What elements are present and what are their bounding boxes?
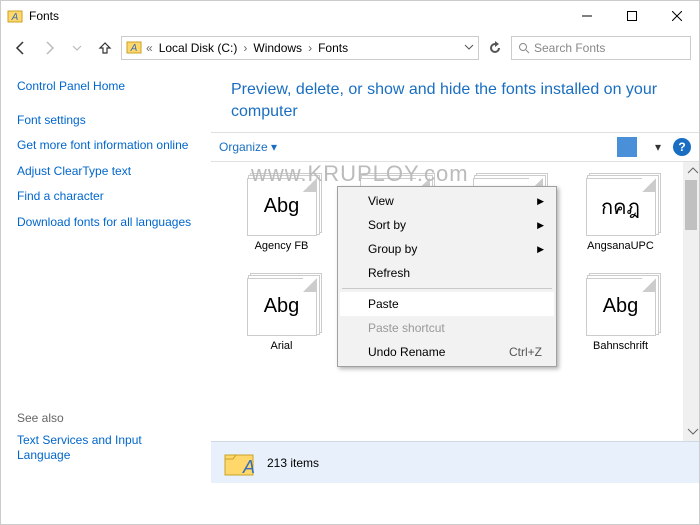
minimize-button[interactable]: [564, 1, 609, 31]
refresh-button[interactable]: [483, 36, 507, 60]
help-button[interactable]: ?: [673, 138, 691, 156]
font-preview-icon: กคฎ: [586, 178, 656, 236]
font-label: Arial: [270, 340, 292, 366]
recent-dropdown[interactable]: [65, 36, 89, 60]
svg-text:A: A: [11, 12, 19, 23]
menu-item[interactable]: Paste: [340, 292, 554, 316]
close-button[interactable]: [654, 1, 699, 31]
breadcrumb-seg[interactable]: Windows: [251, 41, 304, 55]
titlebar: A Fonts: [1, 1, 699, 31]
scrollbar[interactable]: [683, 162, 699, 441]
organize-button[interactable]: Organize ▾: [219, 140, 277, 154]
menu-shortcut: Ctrl+Z: [509, 345, 542, 359]
up-button[interactable]: [93, 36, 117, 60]
view-options-button[interactable]: [617, 137, 637, 157]
sidebar: Control Panel Home Font settings Get mor…: [1, 65, 211, 483]
sidebar-link[interactable]: Get more font information online: [17, 138, 195, 154]
context-menu: View▶Sort by▶Group by▶Refresh PastePaste …: [337, 186, 557, 367]
status-text: 213 items: [267, 456, 319, 470]
search-input[interactable]: Search Fonts: [511, 36, 691, 60]
status-icon: A: [223, 447, 255, 479]
breadcrumb-seg[interactable]: Fonts: [316, 41, 350, 55]
submenu-arrow-icon: ▶: [537, 220, 544, 231]
menu-item[interactable]: View▶: [340, 189, 554, 213]
back-button[interactable]: [9, 36, 33, 60]
sidebar-link[interactable]: Adjust ClearType text: [17, 164, 195, 180]
sidebar-home[interactable]: Control Panel Home: [17, 79, 195, 95]
menu-item[interactable]: Group by▶: [340, 237, 554, 261]
svg-text:A: A: [242, 457, 255, 477]
font-item[interactable]: Abg Bahnschrift: [568, 272, 673, 366]
font-item[interactable]: กคฎ AngsanaUPC: [568, 172, 673, 266]
forward-button[interactable]: [37, 36, 61, 60]
submenu-arrow-icon: ▶: [537, 244, 544, 255]
breadcrumb-prefix: «: [144, 41, 155, 55]
search-placeholder: Search Fonts: [534, 41, 605, 55]
breadcrumb-seg[interactable]: Local Disk (C:): [157, 41, 240, 55]
sidebar-link[interactable]: Find a character: [17, 189, 195, 205]
menu-item: Paste shortcut: [340, 316, 554, 340]
menu-item[interactable]: Refresh: [340, 261, 554, 285]
navbar: A « Local Disk (C:) › Windows › Fonts Se…: [1, 31, 699, 65]
font-item[interactable]: Abg Arial: [229, 272, 334, 366]
breadcrumb[interactable]: A « Local Disk (C:) › Windows › Fonts: [121, 36, 479, 60]
window-title: Fonts: [29, 9, 564, 23]
maximize-button[interactable]: [609, 1, 654, 31]
search-icon: [518, 42, 530, 54]
font-preview-icon: Abg: [247, 178, 317, 236]
sidebar-link[interactable]: Download fonts for all languages: [17, 215, 195, 231]
statusbar: A 213 items: [211, 441, 699, 483]
view-dropdown[interactable]: ▾: [655, 140, 661, 154]
font-label: AngsanaUPC: [587, 240, 654, 266]
chevron-icon: ›: [306, 41, 314, 55]
font-label: Agency FB: [255, 240, 309, 266]
font-item[interactable]: Abg Agency FB: [229, 172, 334, 266]
submenu-arrow-icon: ▶: [537, 196, 544, 207]
svg-text:A: A: [130, 43, 138, 54]
see-also-label: See also: [17, 411, 195, 425]
page-heading: Preview, delete, or show and hide the fo…: [211, 65, 699, 132]
window-icon: A: [7, 8, 23, 24]
see-also-link[interactable]: Text Services and Input Language: [17, 433, 195, 464]
menu-item[interactable]: Sort by▶: [340, 213, 554, 237]
font-label: Bahnschrift: [593, 340, 648, 366]
scrollbar-thumb[interactable]: [685, 180, 697, 230]
toolbar: Organize ▾ ▾ ?: [211, 132, 699, 162]
font-preview-icon: Abg: [586, 278, 656, 336]
font-preview-icon: Abg: [247, 278, 317, 336]
sidebar-link[interactable]: Font settings: [17, 113, 195, 129]
menu-separator: [342, 288, 552, 289]
breadcrumb-icon: A: [126, 39, 142, 58]
breadcrumb-dropdown[interactable]: [464, 41, 474, 55]
scroll-up-icon[interactable]: [685, 163, 699, 179]
chevron-icon: ›: [241, 41, 249, 55]
scroll-down-icon[interactable]: [685, 424, 699, 440]
menu-item[interactable]: Undo RenameCtrl+Z: [340, 340, 554, 364]
